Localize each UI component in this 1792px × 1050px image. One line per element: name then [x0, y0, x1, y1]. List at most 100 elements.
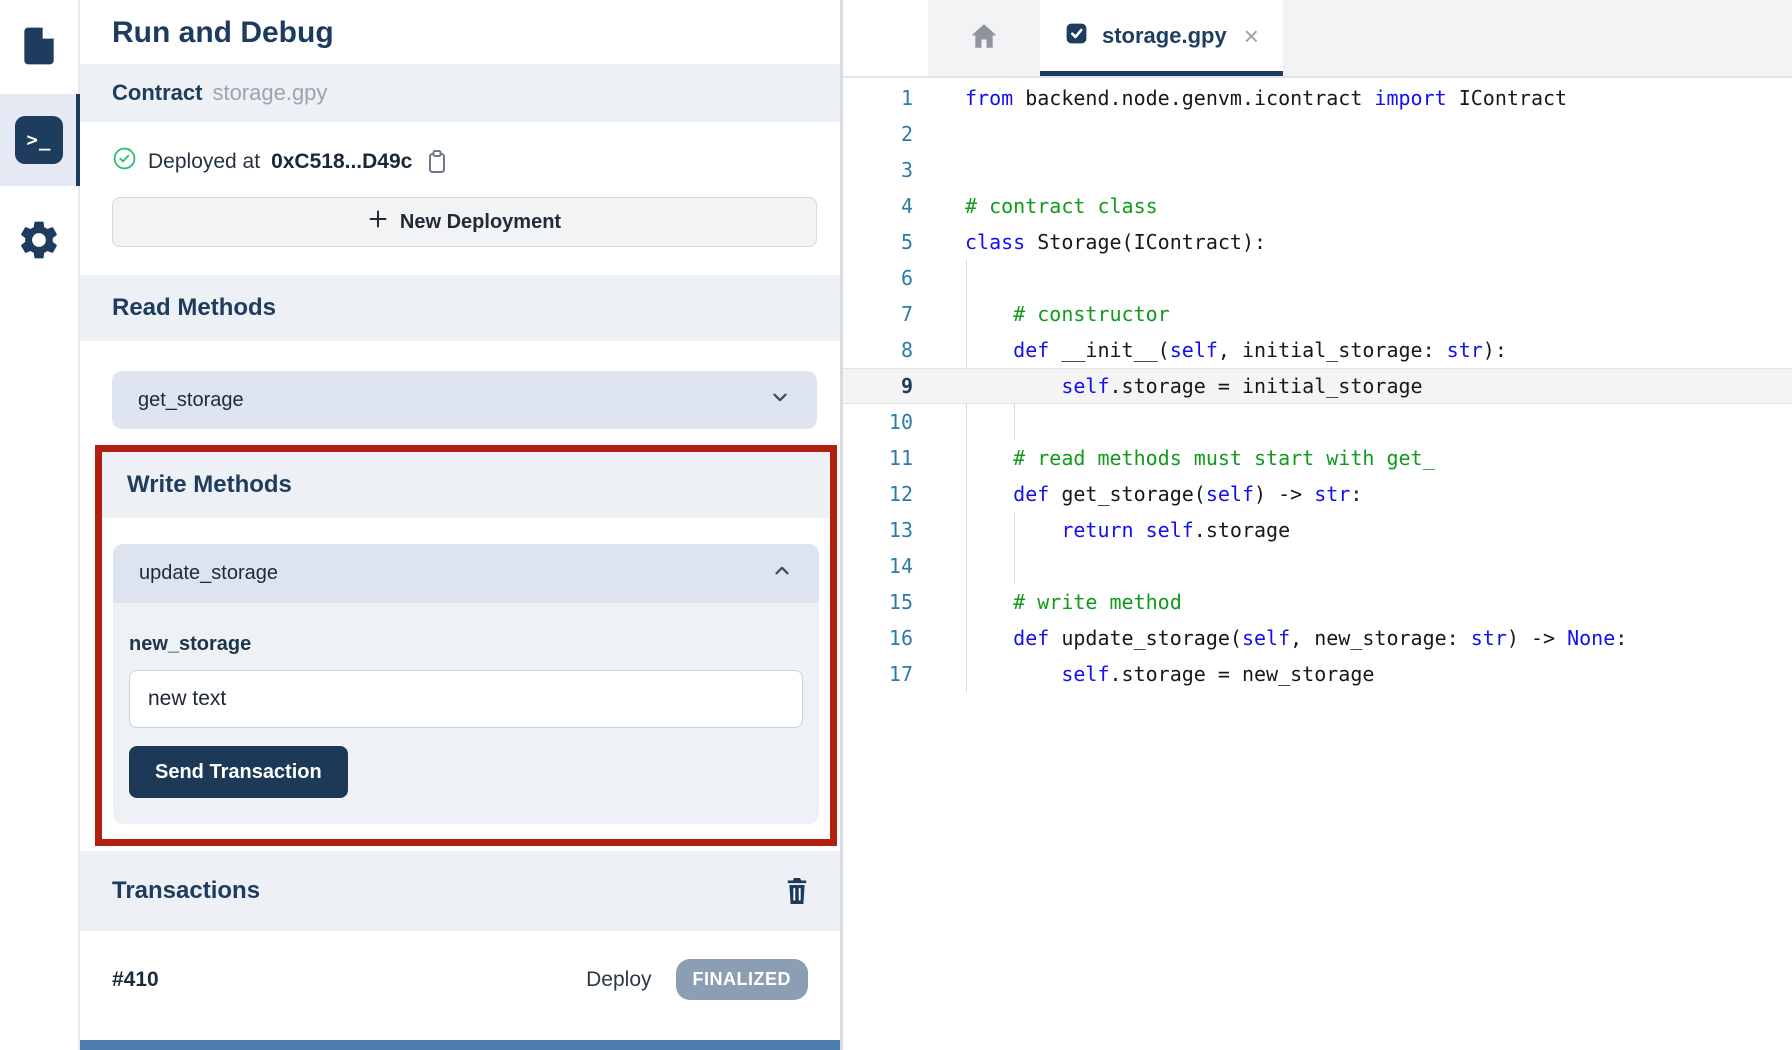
- code-text: def get_storage(self) -> str:: [913, 476, 1362, 512]
- file-icon: [17, 24, 61, 73]
- code-token: return: [1061, 518, 1133, 542]
- plus-icon: [368, 209, 388, 235]
- code-token: .storage: [1194, 518, 1290, 542]
- code-text: self.storage = new_storage: [913, 656, 1374, 692]
- code-token: # constructor: [1013, 302, 1170, 326]
- code-token: backend.node.genvm.icontract: [1013, 86, 1374, 110]
- line-number: 8: [843, 332, 913, 368]
- code-token: ) ->: [1507, 626, 1567, 650]
- new-storage-input[interactable]: [129, 670, 803, 728]
- panel-scrollbar[interactable]: [80, 1040, 840, 1050]
- code-token: [965, 302, 1013, 326]
- code-line: 10: [843, 404, 1792, 440]
- check-circle-icon: [112, 146, 137, 177]
- tab-storage-gpy[interactable]: storage.gpy ×: [1040, 0, 1283, 76]
- code-token: [965, 374, 1061, 398]
- method-update-storage-toggle[interactable]: update_storage: [113, 544, 819, 603]
- line-number: 6: [843, 260, 913, 296]
- code-token: ):: [1483, 338, 1507, 362]
- code-token: [965, 518, 1061, 542]
- line-number: 14: [843, 548, 913, 584]
- contract-header: Contract storage.gpy: [80, 64, 840, 122]
- code-text: self.storage = initial_storage: [913, 368, 1423, 404]
- clipboard-icon[interactable]: [425, 149, 449, 175]
- code-text: [913, 152, 965, 188]
- code-token: , initial_storage:: [1218, 338, 1447, 362]
- sidebar-item-run-debug[interactable]: >_: [0, 94, 79, 186]
- line-number: 11: [843, 440, 913, 476]
- code-token: class: [965, 230, 1025, 254]
- code-text: return self.storage: [913, 512, 1290, 548]
- code-line: 2: [843, 116, 1792, 152]
- code-text: [913, 116, 965, 152]
- code-token: self: [1242, 626, 1290, 650]
- page-title: Run and Debug: [112, 16, 840, 50]
- code-token: [965, 626, 1013, 650]
- editor-tab-bar: storage.gpy ×: [843, 0, 1792, 78]
- code-token: from: [965, 86, 1013, 110]
- line-number: 13: [843, 512, 913, 548]
- code-text: class Storage(IContract):: [913, 224, 1266, 260]
- code-line: 3: [843, 152, 1792, 188]
- method-get-storage[interactable]: get_storage: [112, 371, 817, 429]
- code-token: [965, 662, 1061, 686]
- deployed-status: Deployed at 0xC518...D49c: [112, 146, 840, 177]
- code-token: self: [1206, 482, 1254, 506]
- code-text: [913, 404, 965, 440]
- code-token: , new_storage:: [1290, 626, 1471, 650]
- contract-filename: storage.gpy: [212, 80, 327, 106]
- code-token: self: [1061, 374, 1109, 398]
- new-deployment-button[interactable]: New Deployment: [112, 197, 817, 247]
- code-token: # read methods must start with get_: [1013, 446, 1434, 470]
- code-token: str: [1314, 482, 1350, 506]
- code-line: 16 def update_storage(self, new_storage:…: [843, 620, 1792, 656]
- code-text: # read methods must start with get_: [913, 440, 1435, 476]
- code-token: self: [1146, 518, 1194, 542]
- send-transaction-button[interactable]: Send Transaction: [129, 746, 348, 798]
- line-number: 4: [843, 188, 913, 224]
- transaction-row[interactable]: #410 Deploy FINALIZED: [112, 959, 808, 1000]
- write-methods-header: Write Methods: [102, 452, 830, 518]
- contract-address: 0xC518...D49c: [271, 150, 412, 174]
- code-line: 1from backend.node.genvm.icontract impor…: [843, 80, 1792, 116]
- code-line: 15 # write method: [843, 584, 1792, 620]
- code-lines: 1from backend.node.genvm.icontract impor…: [843, 80, 1792, 692]
- sidebar-item-files[interactable]: [0, 16, 79, 80]
- code-token: # contract class: [965, 194, 1158, 218]
- close-icon[interactable]: ×: [1244, 23, 1259, 49]
- line-number: 15: [843, 584, 913, 620]
- status-badge: FINALIZED: [676, 959, 809, 1000]
- code-token: :: [1615, 626, 1627, 650]
- activity-bar: >_: [0, 0, 80, 1050]
- trash-icon[interactable]: [784, 876, 810, 906]
- code-text: # write method: [913, 584, 1182, 620]
- code-text: [913, 548, 965, 584]
- sidebar-item-settings[interactable]: [0, 210, 79, 274]
- code-area[interactable]: 1from backend.node.genvm.icontract impor…: [843, 78, 1792, 1050]
- code-text: # contract class: [913, 188, 1158, 224]
- line-number: 10: [843, 404, 913, 440]
- transaction-id: #410: [112, 968, 159, 992]
- code-token: Storage(IContract):: [1025, 230, 1266, 254]
- code-token: ) ->: [1254, 482, 1314, 506]
- code-token: [965, 338, 1013, 362]
- code-text: def update_storage(self, new_storage: st…: [913, 620, 1627, 656]
- code-token: self: [1061, 662, 1109, 686]
- home-tab[interactable]: [928, 0, 1040, 76]
- code-token: str: [1447, 338, 1483, 362]
- gear-icon: [16, 217, 62, 268]
- code-editor: storage.gpy × 1from backend.node.genvm.i…: [843, 0, 1792, 1050]
- code-text: # constructor: [913, 296, 1170, 332]
- code-line: 8 def __init__(self, initial_storage: st…: [843, 332, 1792, 368]
- code-text: [913, 260, 965, 296]
- code-line: 4 # contract class: [843, 188, 1792, 224]
- method-params-form: new_storage Send Transaction: [113, 603, 819, 824]
- chevron-down-icon: [769, 386, 791, 414]
- code-token: def: [1013, 626, 1049, 650]
- code-line: 6: [843, 260, 1792, 296]
- code-token: # write method: [1013, 590, 1182, 614]
- code-token: IContract: [1447, 86, 1567, 110]
- file-check-icon: [1064, 21, 1089, 51]
- line-number: 12: [843, 476, 913, 512]
- read-methods-header: Read Methods: [80, 275, 840, 341]
